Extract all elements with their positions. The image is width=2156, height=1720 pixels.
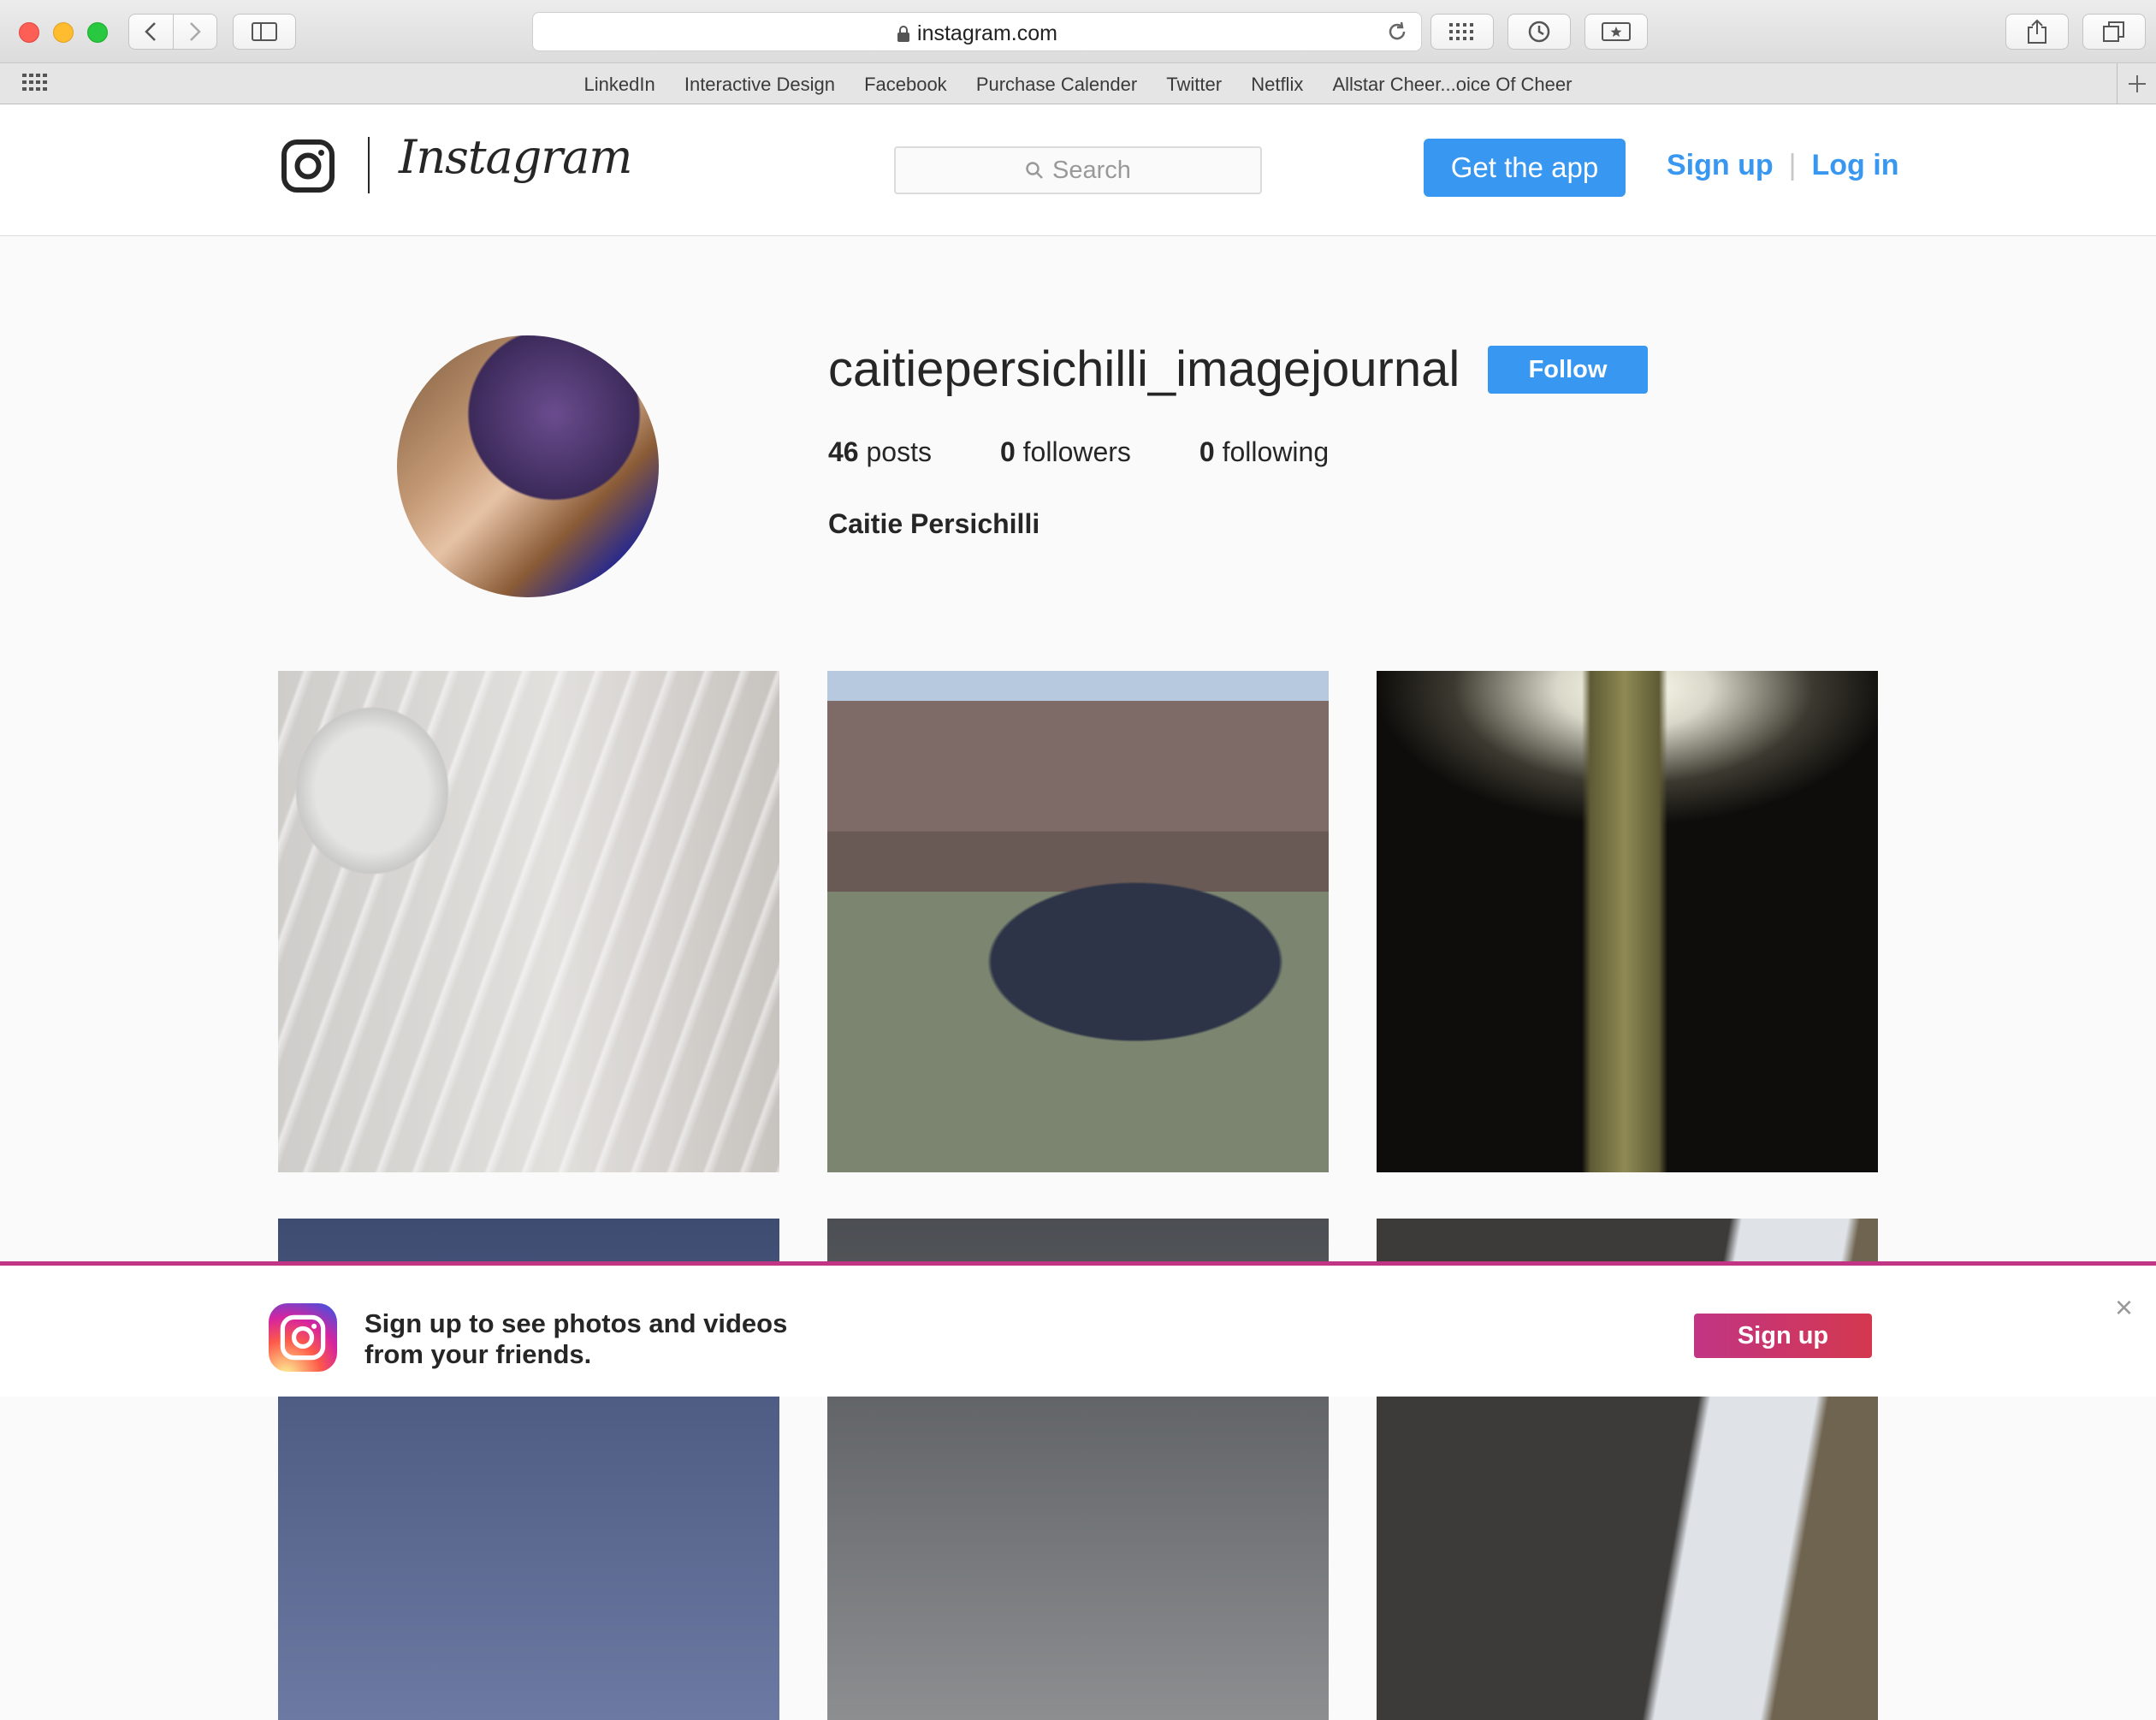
reading-list-icon bbox=[1602, 22, 1631, 41]
bookmarks-bar: LinkedIn Interactive Design Facebook Pur… bbox=[0, 63, 2156, 104]
posts-stat: 46 posts bbox=[828, 436, 932, 468]
search-input[interactable]: Search bbox=[894, 146, 1262, 194]
bookmark-interactive-design[interactable]: Interactive Design bbox=[684, 74, 835, 95]
history-icon bbox=[1528, 21, 1550, 43]
window-maximize-button[interactable] bbox=[87, 22, 108, 43]
profile-username: caitiepersichilli_imagejournal bbox=[828, 341, 1460, 397]
auth-links: Sign up | Log in bbox=[1667, 149, 1898, 182]
bookmark-allstar-cheer[interactable]: Allstar Cheer...oice Of Cheer bbox=[1332, 74, 1572, 95]
search-icon bbox=[1026, 162, 1043, 179]
plus-icon bbox=[2128, 75, 2146, 92]
post-thumbnail[interactable] bbox=[1377, 671, 1878, 1172]
log-in-link[interactable]: Log in bbox=[1812, 149, 1899, 181]
signup-prompt-line1: Sign up to see photos and videos bbox=[364, 1308, 788, 1338]
following-stat[interactable]: 0 following bbox=[1199, 436, 1329, 468]
profile-full-name: Caitie Persichilli bbox=[828, 508, 1040, 539]
bookmark-twitter[interactable]: Twitter bbox=[1166, 74, 1222, 95]
url-text: instagram.com bbox=[917, 21, 1057, 45]
logo-divider bbox=[368, 137, 370, 193]
follow-button[interactable]: Follow bbox=[1488, 346, 1648, 394]
followers-stat[interactable]: 0 followers bbox=[1000, 436, 1131, 468]
share-icon bbox=[2028, 19, 2046, 44]
window-minimize-button[interactable] bbox=[53, 22, 74, 43]
post-thumbnail[interactable] bbox=[278, 671, 779, 1172]
auth-separator: | bbox=[1788, 149, 1797, 181]
profile-stats: 46 posts 0 followers 0 following bbox=[828, 436, 1397, 468]
window-close-button[interactable] bbox=[19, 22, 39, 43]
instagram-app-icon bbox=[269, 1303, 337, 1372]
tabs-button[interactable] bbox=[2082, 14, 2146, 50]
following-label: following bbox=[1222, 436, 1330, 467]
signup-prompt: Sign up to see photos and videos from yo… bbox=[364, 1308, 787, 1370]
avatar bbox=[397, 335, 659, 597]
share-button[interactable] bbox=[2005, 14, 2069, 50]
lock-icon bbox=[897, 26, 910, 42]
address-bar[interactable]: instagram.com bbox=[532, 12, 1422, 51]
instagram-glyph-icon[interactable] bbox=[281, 139, 335, 193]
bookmark-facebook[interactable]: Facebook bbox=[864, 74, 947, 95]
back-button[interactable] bbox=[129, 15, 173, 49]
back-icon bbox=[145, 22, 157, 41]
posts-label: posts bbox=[866, 436, 932, 467]
history-nav bbox=[128, 14, 217, 50]
instagram-header: Instagram Search Get the app Sign up | Log… bbox=[0, 104, 2156, 236]
following-count: 0 bbox=[1199, 436, 1215, 467]
bookmark-purchase-calender[interactable]: Purchase Calender bbox=[976, 74, 1137, 95]
sidebar-icon bbox=[252, 22, 277, 41]
signup-banner-button[interactable]: Sign up bbox=[1694, 1314, 1872, 1358]
new-tab-button[interactable] bbox=[2117, 63, 2156, 104]
reload-icon[interactable] bbox=[1385, 20, 1409, 44]
bookmark-linkedin[interactable]: LinkedIn bbox=[584, 74, 655, 95]
top-sites-button[interactable] bbox=[1430, 14, 1494, 50]
post-thumbnail[interactable] bbox=[827, 671, 1329, 1172]
forward-button[interactable] bbox=[172, 15, 217, 49]
sign-up-link[interactable]: Sign up bbox=[1667, 149, 1774, 181]
close-icon[interactable]: × bbox=[2115, 1290, 2133, 1326]
tabs-icon bbox=[2103, 21, 2124, 42]
reading-list-button[interactable] bbox=[1584, 14, 1648, 50]
bookmark-netflix[interactable]: Netflix bbox=[1251, 74, 1303, 95]
followers-label: followers bbox=[1022, 436, 1131, 467]
forward-icon bbox=[189, 22, 201, 41]
search-placeholder: Search bbox=[1052, 156, 1131, 184]
instagram-wordmark[interactable]: Instagram bbox=[399, 130, 632, 184]
browser-toolbar: instagram.com bbox=[0, 0, 2156, 63]
history-button[interactable] bbox=[1507, 14, 1571, 50]
signup-prompt-line2: from your friends. bbox=[364, 1339, 592, 1369]
followers-count: 0 bbox=[999, 436, 1016, 467]
posts-count: 46 bbox=[828, 436, 859, 467]
sidebar-button[interactable] bbox=[233, 14, 296, 50]
top-sites-icon bbox=[1449, 23, 1473, 40]
get-the-app-button[interactable]: Get the app bbox=[1424, 139, 1626, 197]
signup-banner: Sign up to see photos and videos from yo… bbox=[0, 1261, 2156, 1397]
